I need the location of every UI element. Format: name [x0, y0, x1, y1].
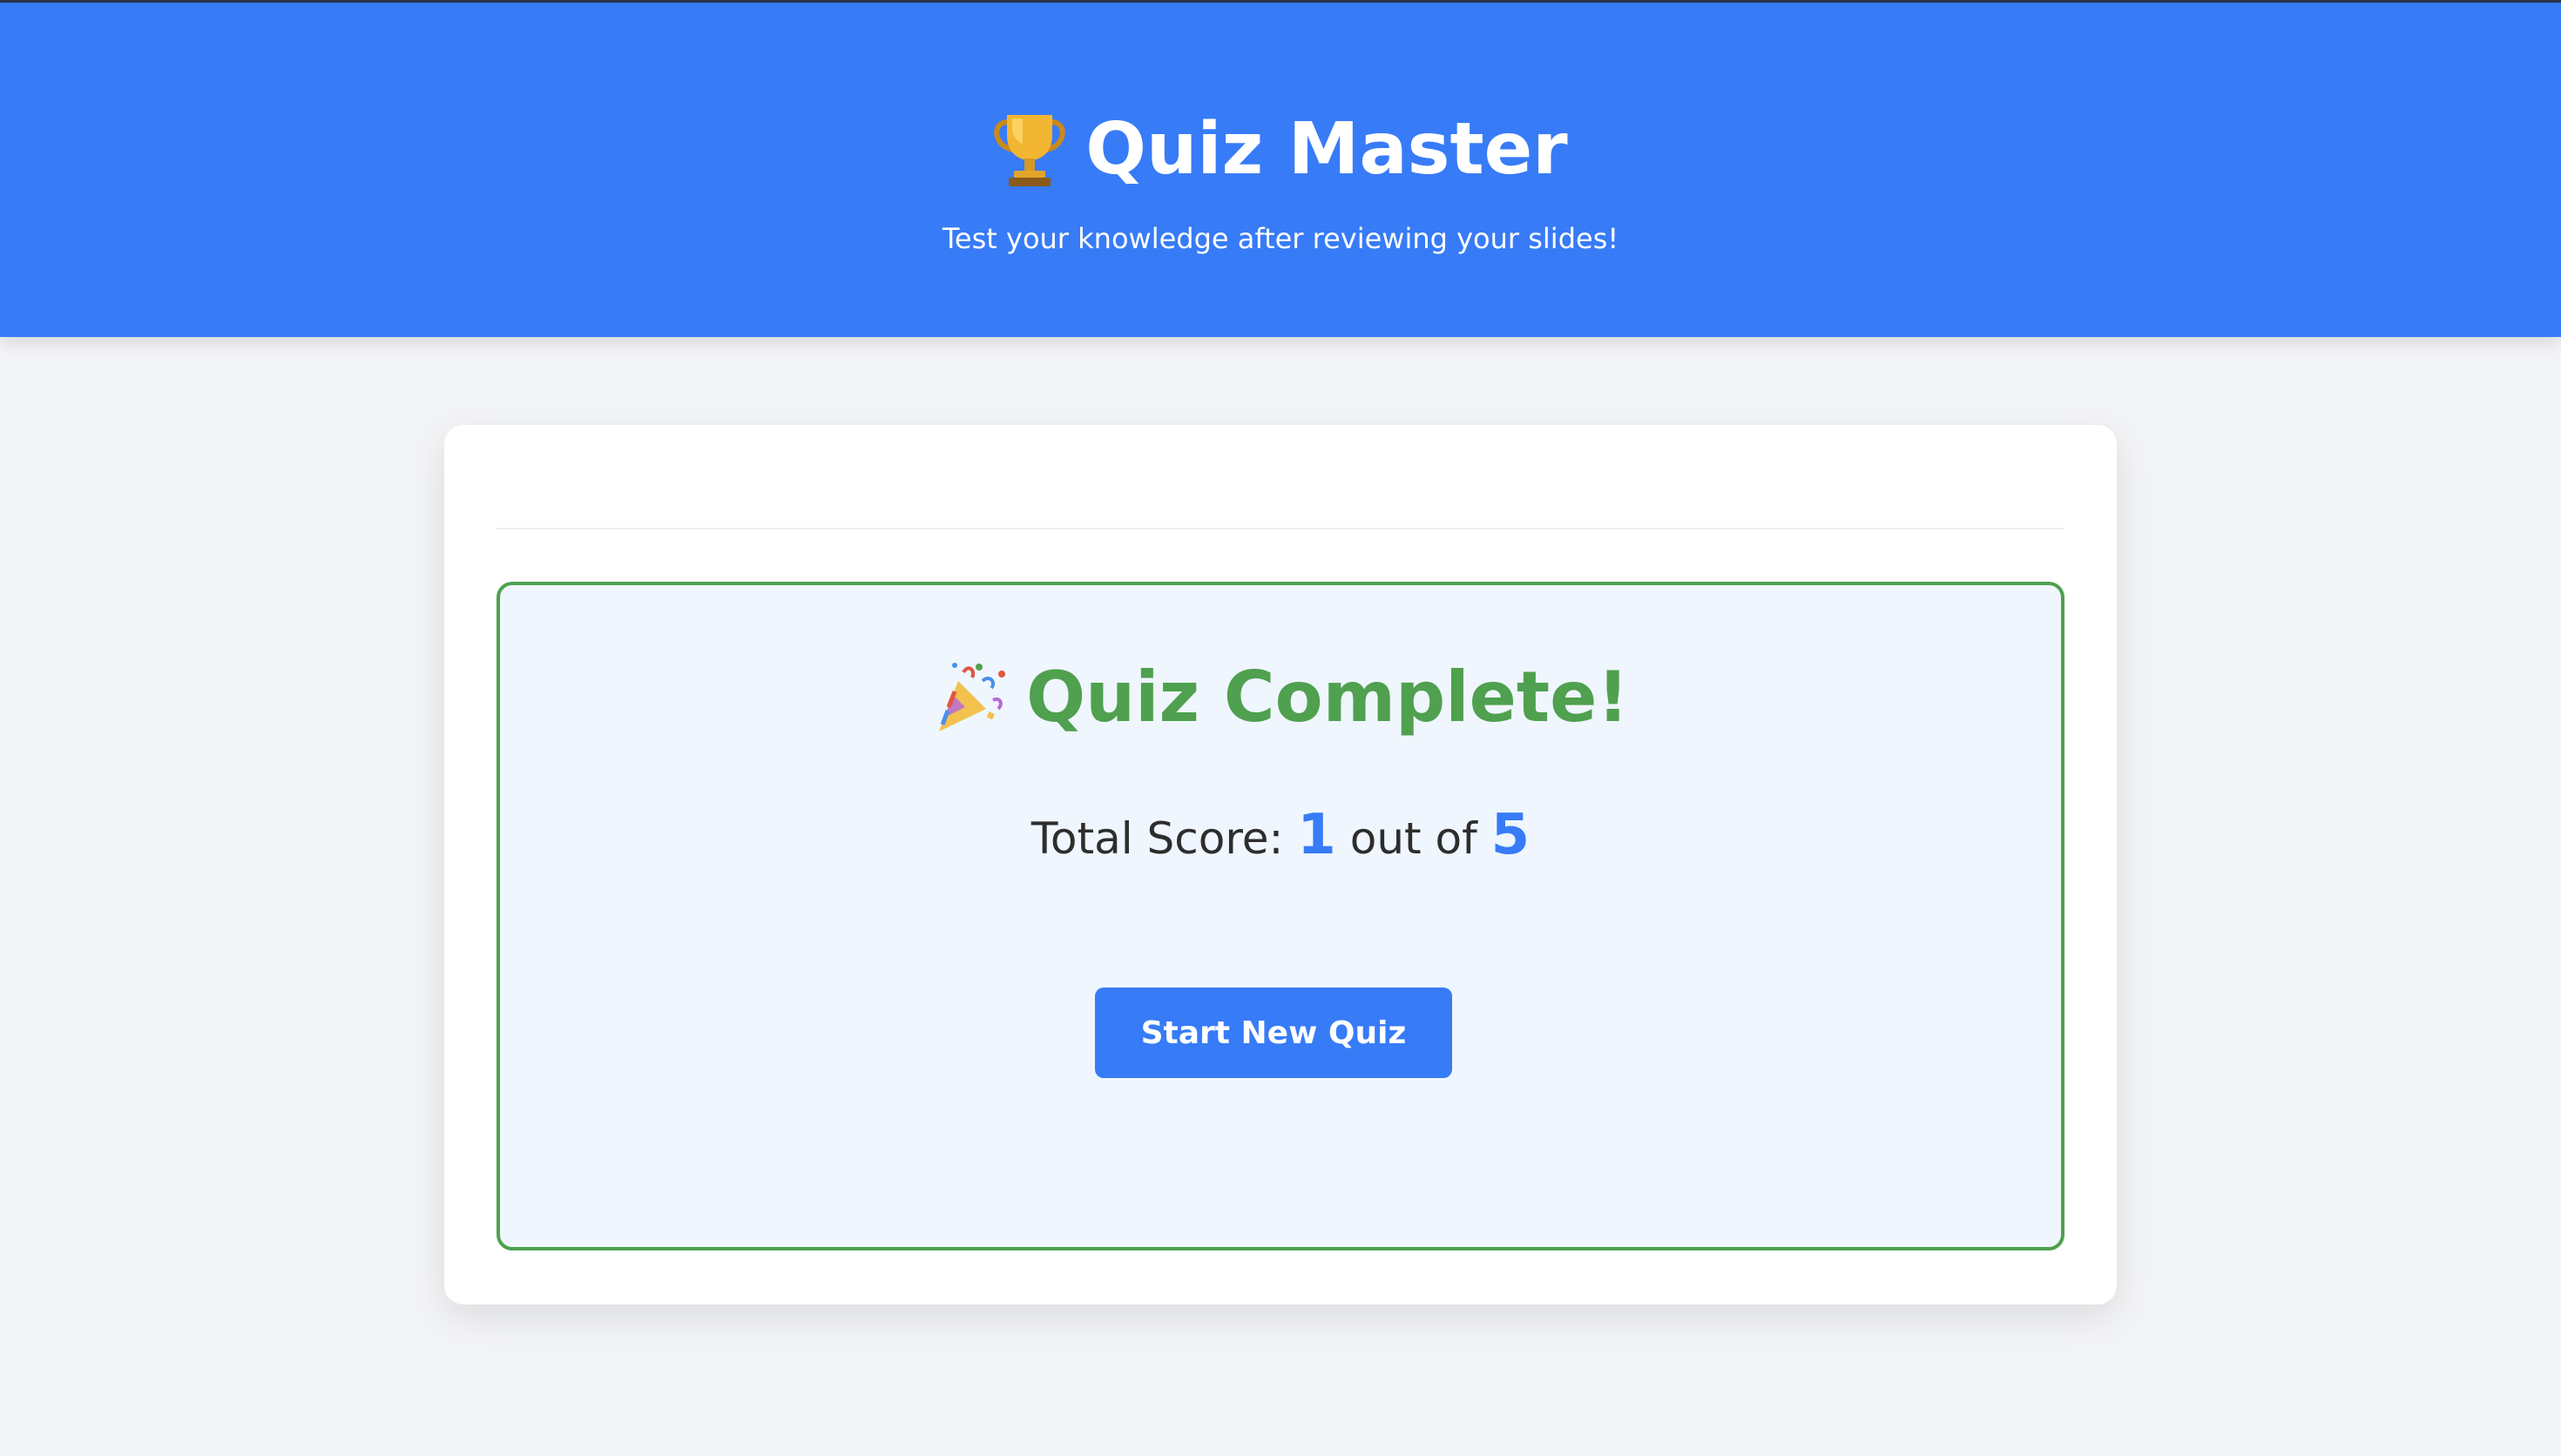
quiz-card: Quiz Complete! Total Score: 1 out of 5 S…: [444, 425, 2117, 1304]
app-subtitle: Test your knowledge after reviewing your…: [942, 222, 1619, 255]
app-title-text: Quiz Master: [1085, 107, 1568, 191]
score-summary: Total Score: 1 out of 5: [500, 803, 2061, 867]
result-panel: Quiz Complete! Total Score: 1 out of 5 S…: [497, 582, 2064, 1250]
result-title-text: Quiz Complete!: [1026, 656, 1629, 738]
trophy-icon: [993, 110, 1066, 188]
out-of-label: out of: [1349, 813, 1477, 864]
score-value: 1: [1297, 803, 1336, 867]
result-title: Quiz Complete!: [500, 653, 2061, 740]
total-questions-value: 5: [1490, 803, 1531, 867]
score-label: Total Score:: [1030, 813, 1284, 864]
party-popper-icon: [932, 658, 1009, 735]
start-new-quiz-button[interactable]: Start New Quiz: [1095, 988, 1452, 1078]
app-title: Quiz Master: [0, 100, 2561, 198]
card-divider: [497, 528, 2064, 529]
app-header: Quiz Master Test your knowledge after re…: [0, 3, 2561, 337]
